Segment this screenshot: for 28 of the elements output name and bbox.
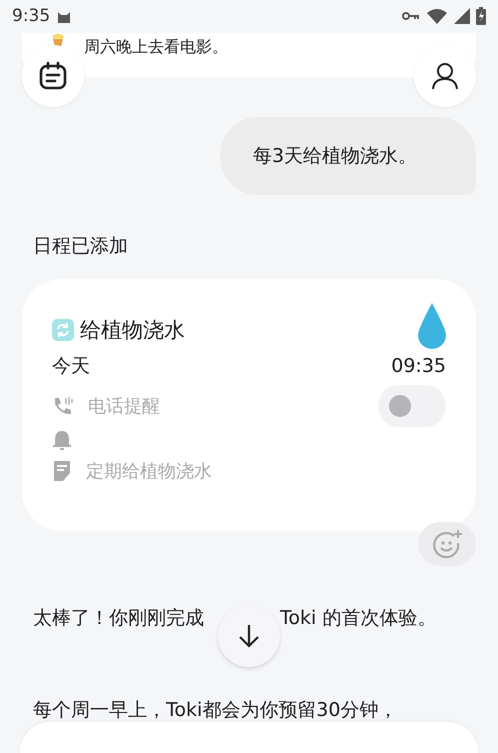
message-text: 每个周一早上，Toki都会为你预留30分钟， — [33, 698, 398, 723]
phone-reminder-label: 电话提醒 — [88, 395, 160, 418]
battery-icon — [476, 7, 486, 25]
schedule-card[interactable]: 给植物浇水 今天 09:35 电话提醒 定期给植物浇水 — [22, 279, 476, 531]
wifi-icon — [426, 8, 448, 24]
smiley-plus-icon — [432, 529, 462, 559]
status-message: 日程已添加 — [33, 234, 128, 259]
note-icon — [52, 460, 72, 482]
phone-reminder-toggle[interactable] — [378, 385, 446, 427]
person-icon — [431, 62, 459, 90]
schedule-time: 09:35 — [391, 355, 446, 377]
bell-icon — [52, 429, 72, 451]
repeat-icon — [52, 319, 74, 341]
scroll-down-button[interactable] — [218, 605, 280, 667]
user-message: 每3天给植物浇水。 — [253, 144, 418, 169]
schedule-date: 今天 — [52, 354, 90, 379]
key-icon — [402, 11, 420, 21]
reply-text: Toki 的首次体验。 — [280, 606, 436, 631]
status-time: 9:35 — [12, 6, 50, 26]
reply-text: 太棒了！你刚刚完成 — [33, 606, 204, 631]
phone-icon — [52, 395, 74, 417]
water-drop-icon — [418, 303, 446, 349]
calendar-icon — [38, 61, 68, 91]
schedule-title: 给植物浇水 — [80, 317, 185, 344]
down-arrow-icon — [238, 624, 260, 648]
signal-icon — [454, 8, 470, 24]
event-text: 周六晚上去看电影。 — [84, 37, 228, 58]
schedule-note: 定期给植物浇水 — [86, 460, 212, 483]
